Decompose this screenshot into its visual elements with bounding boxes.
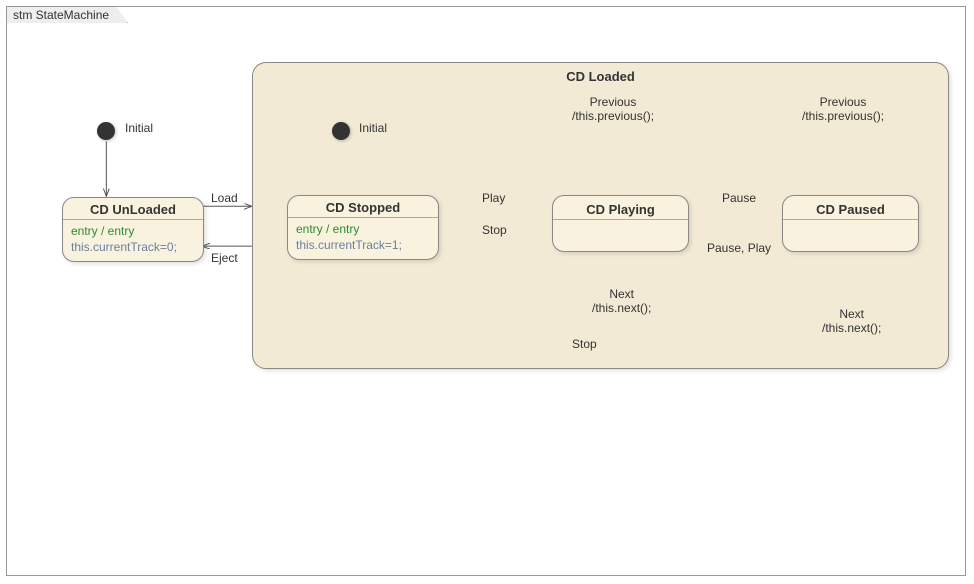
transition-load-label: Load xyxy=(211,191,238,205)
state-cd-playing-title: CD Playing xyxy=(553,196,688,219)
state-cd-stopped: CD Stopped entry / entry this.currentTra… xyxy=(287,195,439,260)
state-cd-loaded-title: CD Loaded xyxy=(253,63,948,86)
state-cd-stopped-body: entry / entry this.currentTrack=1; xyxy=(288,218,438,259)
state-cd-unloaded-entry-code: this.currentTrack=0; xyxy=(71,240,195,256)
state-cd-stopped-entry-label: entry / entry xyxy=(296,222,430,238)
state-cd-stopped-title: CD Stopped xyxy=(288,196,438,217)
transition-eject-label: Eject xyxy=(211,251,238,265)
state-cd-paused: CD Paused xyxy=(782,195,919,252)
state-cd-unloaded-title: CD UnLoaded xyxy=(63,198,203,219)
initial-pseudostate-inner xyxy=(332,122,350,140)
state-cd-paused-title: CD Paused xyxy=(783,196,918,219)
state-machine-frame: stm StateMachine xyxy=(6,6,966,576)
frame-title-tab: stm StateMachine xyxy=(6,6,128,23)
state-cd-unloaded: CD UnLoaded entry / entry this.currentTr… xyxy=(62,197,204,262)
state-cd-unloaded-body: entry / entry this.currentTrack=0; xyxy=(63,220,203,261)
state-cd-unloaded-entry-label: entry / entry xyxy=(71,224,195,240)
initial-label-outer: Initial xyxy=(125,121,153,135)
state-cd-playing: CD Playing xyxy=(552,195,689,252)
initial-pseudostate-outer xyxy=(97,122,115,140)
state-cd-stopped-entry-code: this.currentTrack=1; xyxy=(296,238,430,254)
frame-title: stm StateMachine xyxy=(13,8,109,22)
